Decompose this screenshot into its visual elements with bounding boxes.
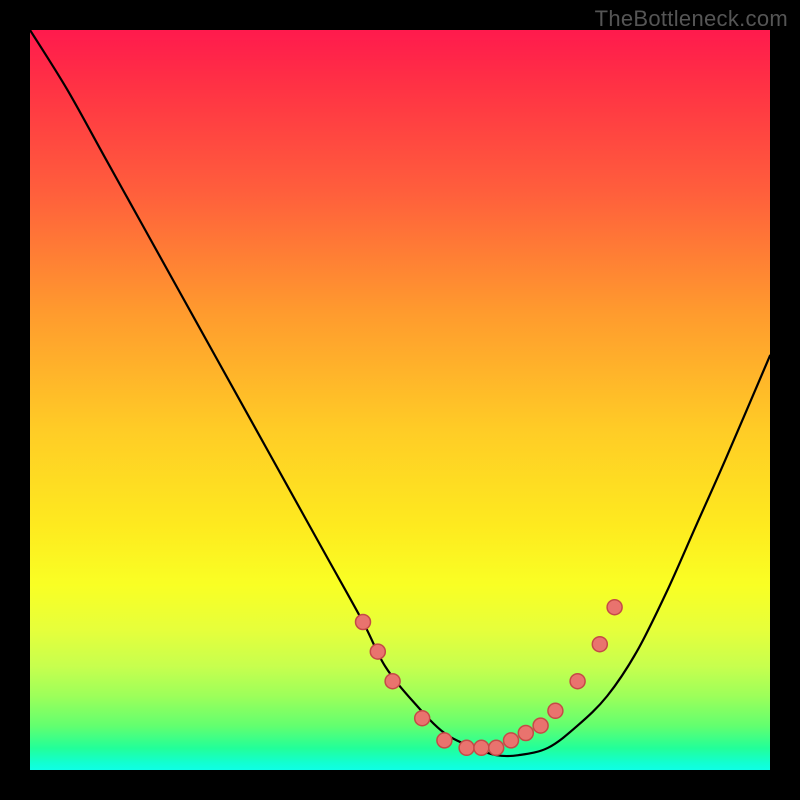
watermark-text: TheBottleneck.com [595, 6, 788, 32]
marker-dot [474, 740, 489, 755]
marker-dot [385, 674, 400, 689]
marker-dot [437, 733, 452, 748]
chart-svg [30, 30, 770, 770]
marker-dot [489, 740, 504, 755]
marker-dot [548, 703, 563, 718]
marker-dot [370, 644, 385, 659]
marker-group [356, 600, 623, 756]
marker-dot [415, 711, 430, 726]
chart-frame: TheBottleneck.com [0, 0, 800, 800]
marker-dot [592, 637, 607, 652]
marker-dot [356, 615, 371, 630]
marker-dot [504, 733, 519, 748]
curve-path [30, 30, 770, 756]
marker-dot [518, 726, 533, 741]
plot-area [30, 30, 770, 770]
marker-dot [570, 674, 585, 689]
marker-dot [607, 600, 622, 615]
marker-dot [533, 718, 548, 733]
marker-dot [459, 740, 474, 755]
